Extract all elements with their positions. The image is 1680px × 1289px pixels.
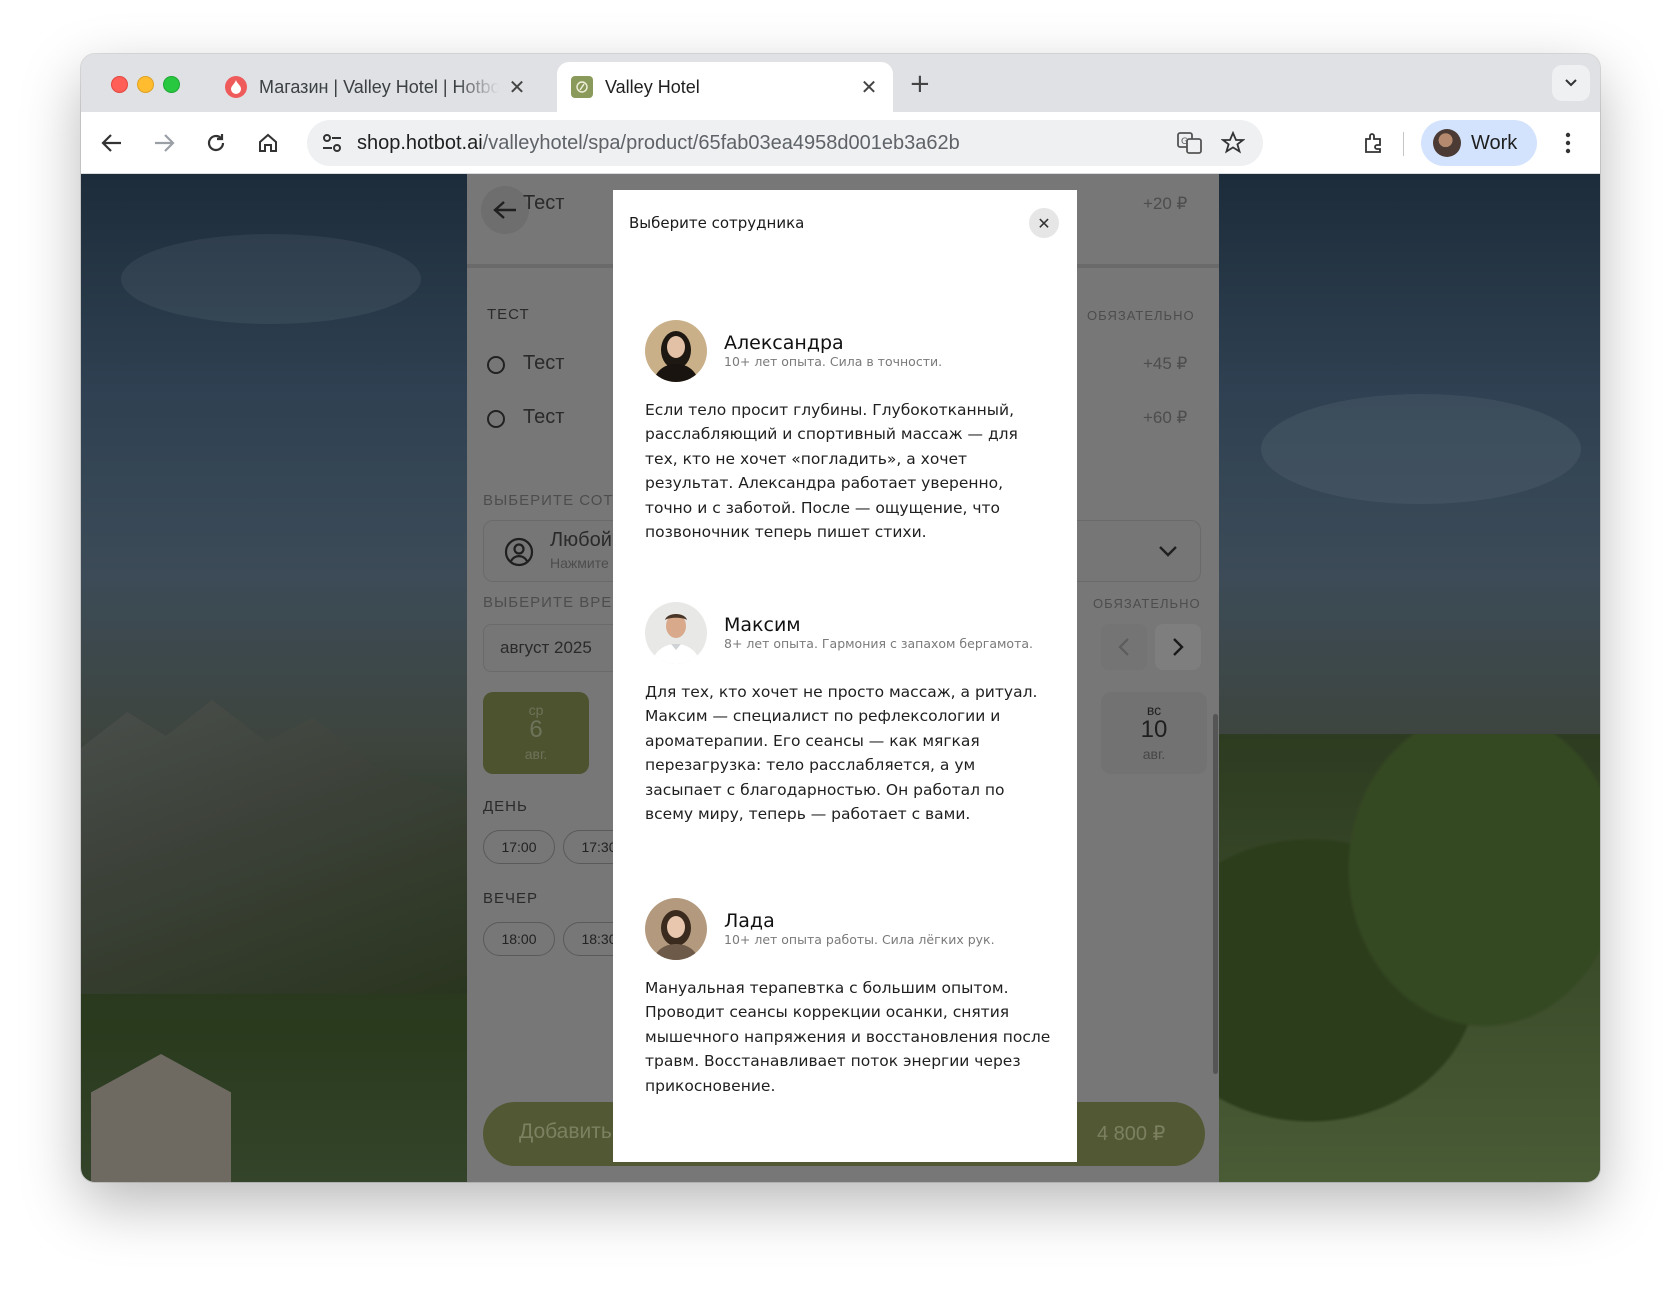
day-month: авг. [1142,746,1166,762]
staff-modal: Выберите сотрудника ✕ Александра 10+ лет… [613,190,1077,1162]
background-cloud [121,234,421,324]
tab-shop[interactable]: Магазин | Valley Hotel | Hotbot ✕ [211,62,541,112]
tab-title: Valley Hotel [605,76,700,97]
day-card-selected[interactable]: ср 6 авг. [483,692,589,774]
close-tab-icon[interactable]: ✕ [507,75,527,100]
toolbar-separator [1403,132,1404,156]
staff-bio: Для тех, кто хочет не просто массаж, а р… [645,683,1038,824]
home-icon[interactable] [251,126,285,160]
day-month: авг. [524,746,548,762]
staff-card[interactable]: Лада 10+ лет опыта работы. Сила лёгких р… [645,898,1055,1128]
staff-subtitle: 10+ лет опыта. Сила в точности. [724,354,943,369]
user-circle-icon [504,537,534,571]
minimize-window-button[interactable] [137,76,154,93]
month-value: август 2025 [500,638,592,657]
avatar [645,320,707,382]
staff-subtitle: 8+ лет опыта. Гармония с запахом бергамо… [724,636,1033,651]
avatar [645,898,707,960]
avatar [1433,129,1461,157]
chevron-down-icon [1158,543,1178,562]
day-number: 6 [529,716,543,743]
staff-card[interactable]: Максим 8+ лет опыта. Гармония с запахом … [645,602,1055,852]
staff-bio: Мануальная терапевтка с большим опытом. … [645,979,1051,1095]
forward-icon[interactable] [147,126,181,160]
staff-select-hint: Нажмите [550,555,609,571]
staff-bio: Если тело просит глубины. Глубокотканный… [645,401,1018,542]
staff-name: Максим [724,614,801,636]
option-group-label: ТЕСТ [487,306,530,323]
zoom-window-button[interactable] [163,76,180,93]
tab-valley-hotel[interactable]: Valley Hotel ✕ [557,62,893,112]
address-bar[interactable]: shop.hotbot.ai/valleyhotel/spa/product/6… [307,120,1263,166]
profile-name: Work [1471,131,1518,154]
time-slot[interactable]: 18:00 [483,922,555,956]
next-week-button[interactable] [1155,624,1201,670]
product-price-delta: +20 ₽ [1143,194,1188,213]
extensions-icon[interactable] [1357,126,1391,160]
profile-button[interactable]: Work [1421,120,1537,166]
staff-card[interactable]: Александра 10+ лет опыта. Сила в точност… [645,320,1055,570]
url-text[interactable]: shop.hotbot.ai/valleyhotel/spa/product/6… [357,132,960,155]
add-button-label: Добавить [519,1120,612,1143]
avatar [645,602,707,664]
background-trees [1214,734,1600,1182]
tab-search-chevron-icon[interactable] [1552,65,1590,101]
staff-name: Александра [724,332,844,354]
hotbot-flame-icon [225,76,247,98]
site-settings-icon[interactable] [321,132,343,158]
close-tab-icon[interactable]: ✕ [859,75,879,100]
url-path: /valleyhotel/spa/product/65fab03ea4958d0… [482,132,960,154]
translate-icon[interactable]: G [1177,131,1203,159]
staff-name: Лада [724,910,775,932]
month-select[interactable]: август 2025 [483,624,623,672]
tab-title: Магазин | Valley Hotel | Hotbot [259,76,499,97]
new-tab-button[interactable]: + [909,69,931,99]
total-price: 4 800 ₽ [1097,1123,1166,1145]
background-house [91,1054,231,1182]
modal-title: Выберите сотрудника [629,214,805,232]
back-arrow-icon[interactable] [481,186,529,234]
required-badge: ОБЯЗАТЕЛЬНО [1093,596,1201,611]
close-icon[interactable]: ✕ [1029,208,1059,238]
option-radio[interactable] [487,410,505,428]
scrollbar[interactable] [1213,714,1218,1074]
tab-bar: Магазин | Valley Hotel | Hotbot ✕ Valley… [81,54,1600,112]
product-title: Тест [523,192,565,214]
option-price: +45 ₽ [1143,354,1188,373]
background-mountains [81,700,467,994]
evening-label: ВЕЧЕР [483,890,539,907]
reload-icon[interactable] [199,126,233,160]
daytime-label: ДЕНЬ [483,798,528,815]
staff-subtitle: 10+ лет опыта работы. Сила лёгких рук. [724,932,995,947]
browser-window: Магазин | Valley Hotel | Hotbot ✕ Valley… [81,54,1600,1182]
option-label[interactable]: Тест [523,352,564,375]
url-host: shop.hotbot.ai [357,132,483,154]
valley-hotel-logo-icon [571,76,593,98]
prev-week-button[interactable] [1101,624,1147,670]
option-radio[interactable] [487,356,505,374]
close-window-button[interactable] [111,76,128,93]
menu-kebab-icon[interactable] [1551,126,1585,160]
svg-text:G: G [1181,137,1188,147]
bookmark-star-icon[interactable] [1220,130,1246,159]
option-label[interactable]: Тест [523,406,564,429]
option-price: +60 ₽ [1143,408,1188,427]
day-card[interactable]: вс 10 авг. [1101,692,1207,774]
staff-select-value: Любой [550,529,612,551]
back-icon[interactable] [95,126,129,160]
required-badge: ОБЯЗАТЕЛЬНО [1087,308,1195,323]
page-content: Тест +20 ₽ ТЕСТ ОБЯЗАТЕЛЬНО Тест +45 ₽ Т… [81,174,1600,1182]
background-cloud [1261,394,1581,504]
time-slot[interactable]: 17:00 [483,830,555,864]
day-number: 10 [1140,716,1168,743]
browser-toolbar: shop.hotbot.ai/valleyhotel/spa/product/6… [81,112,1600,174]
